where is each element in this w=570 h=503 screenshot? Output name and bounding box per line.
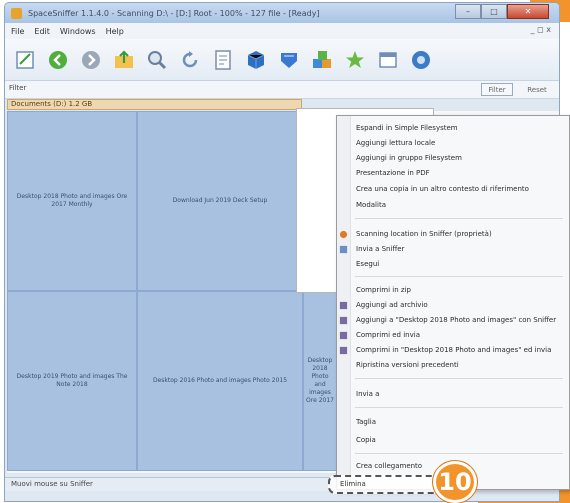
menu-item[interactable]: Comprimi in "Desktop 2018 Photo and imag… [356, 344, 565, 356]
send-icon [339, 245, 348, 254]
menu-item[interactable]: Aggiungi a "Desktop 2018 Photo and image… [356, 314, 565, 326]
menu-item[interactable]: Espandi in Simple Filesystem [356, 122, 565, 134]
star-icon[interactable] [343, 48, 367, 72]
new-scan-icon[interactable] [13, 48, 37, 72]
menu-item[interactable]: Modalita [356, 199, 565, 211]
filter-bar: Filter Filter Reset [5, 81, 559, 99]
menu-bar: File Edit Windows Help _ ◻ x [5, 23, 559, 39]
archive-icon [339, 316, 348, 325]
blue-box-icon[interactable] [244, 48, 268, 72]
menu-help[interactable]: Help [106, 27, 124, 36]
document-icon[interactable] [211, 48, 235, 72]
archive-icon [339, 301, 348, 310]
back-icon[interactable] [46, 48, 70, 72]
menu-item[interactable]: Ripristina versioni precedenti [356, 359, 565, 371]
treemap-tile[interactable]: Desktop 2019 Photo and images The Note 2… [7, 291, 137, 471]
menu-item[interactable]: Comprimi in zip [356, 284, 565, 296]
menu-item[interactable]: Crea una copia in un altro contesto di r… [356, 183, 565, 195]
menu-item[interactable]: Aggiungi lettura locale [356, 137, 565, 149]
blue-shield-icon[interactable] [277, 48, 301, 72]
title-bar[interactable]: SpaceSniffer 1.1.4.0 - Scanning D:\ - [D… [5, 3, 559, 23]
status-text: Muovi mouse su Sniffer [11, 480, 93, 488]
refresh-icon[interactable] [178, 48, 202, 72]
menu-edit[interactable]: Edit [34, 27, 50, 36]
maximize-button[interactable]: □ [481, 4, 507, 19]
menu-item[interactable]: Esegui [356, 258, 565, 270]
minimize-button[interactable]: – [455, 4, 481, 19]
window-controls: – □ ✕ [455, 4, 549, 19]
puzzle-icon[interactable] [310, 48, 334, 72]
treemap-tile[interactable]: Desktop 2018 Photo and images Ore 2017 [303, 291, 337, 471]
menu-item[interactable]: Presentazione in PDF [356, 167, 565, 179]
archive-icon [339, 346, 348, 355]
mdi-controls[interactable]: _ ◻ x [531, 25, 551, 34]
zoom-icon[interactable] [145, 48, 169, 72]
step-callout-badge: 10 [433, 461, 477, 503]
close-button[interactable]: ✕ [507, 4, 549, 19]
window-icon[interactable] [376, 48, 400, 72]
menu-separator [355, 218, 563, 219]
menu-windows[interactable]: Windows [60, 27, 96, 36]
menu-separator [355, 276, 563, 277]
menu-item[interactable]: Aggiungi ad archivio [356, 299, 565, 311]
menu-item[interactable]: Invia a [356, 388, 565, 400]
menu-item[interactable]: Comprimi ed invia [356, 329, 565, 341]
treemap-tile[interactable]: Desktop 2016 Photo and images Photo 2015 [137, 291, 303, 471]
sniffer-icon [339, 230, 348, 239]
treemap-header[interactable]: Documents (D:) 1.2 GB [7, 99, 302, 110]
menu-separator [355, 378, 563, 379]
folder-up-icon[interactable] [112, 48, 136, 72]
menu-item-delete[interactable]: Elimina [328, 475, 440, 494]
menu-separator [355, 453, 563, 454]
menu-item[interactable]: Scanning location in Sniffer (proprietà) [356, 228, 565, 240]
treemap-tile[interactable]: Download Jun 2019 Deck Setup [137, 111, 303, 291]
menu-item[interactable]: Aggiungi in gruppo Filesystem [356, 152, 565, 164]
toolbar [5, 39, 559, 81]
menu-separator [355, 407, 563, 408]
reset-button[interactable]: Reset [521, 83, 553, 96]
menu-item[interactable]: Invia a Sniffer [356, 243, 565, 255]
filter-button[interactable]: Filter [481, 83, 513, 96]
app-logo-icon [11, 7, 22, 19]
filter-label: Filter [9, 84, 27, 92]
menu-item[interactable]: Copia [356, 434, 565, 446]
archive-icon [339, 331, 348, 340]
menu-file[interactable]: File [11, 27, 24, 36]
menu-item[interactable]: Taglia [356, 416, 565, 428]
window-title: SpaceSniffer 1.1.4.0 - Scanning D:\ - [D… [28, 8, 320, 18]
treemap-tile[interactable]: Desktop 2018 Photo and images Ore 2017 M… [7, 111, 137, 291]
context-menu: Espandi in Simple Filesystem Aggiungi le… [336, 115, 570, 490]
settings-icon[interactable] [409, 48, 433, 72]
forward-icon[interactable] [79, 48, 103, 72]
